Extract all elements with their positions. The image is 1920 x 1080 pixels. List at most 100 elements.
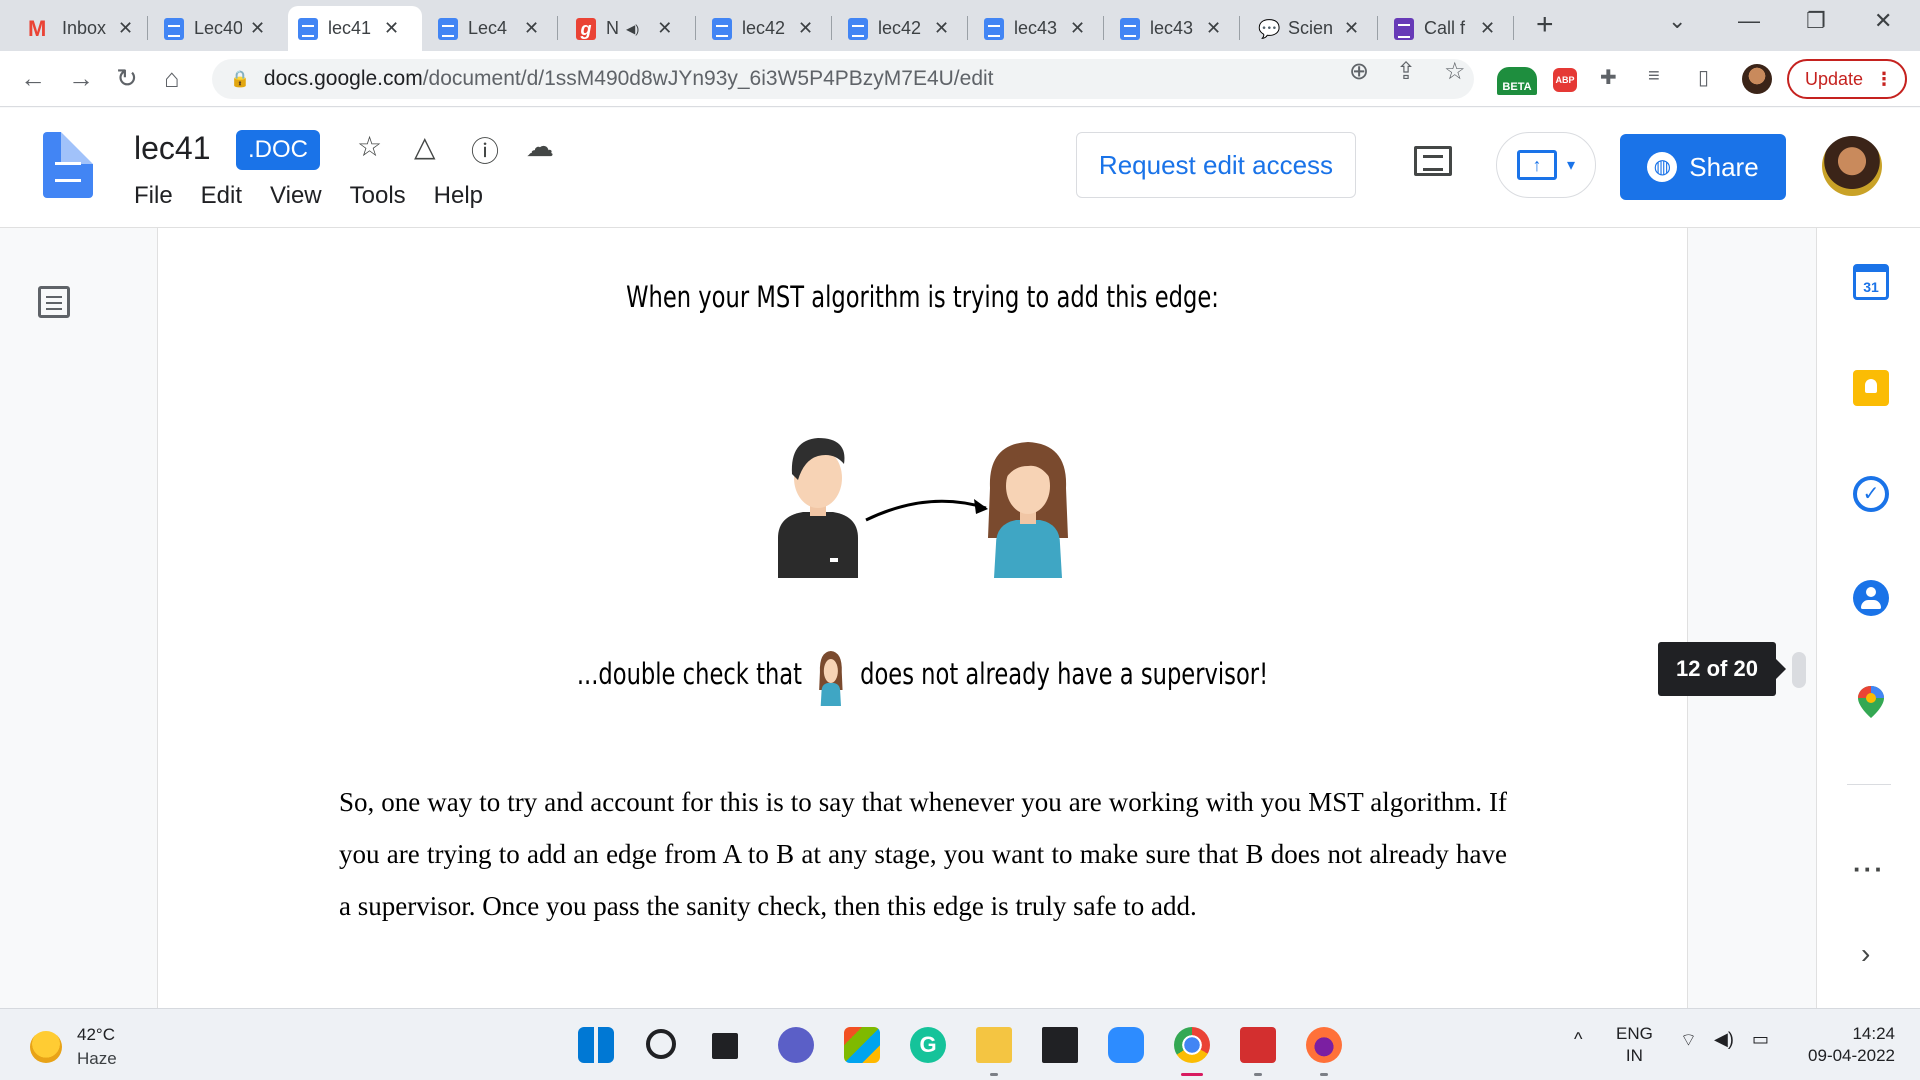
info-icon[interactable]: ⓘ xyxy=(471,130,499,170)
weather-sun-icon[interactable] xyxy=(30,1031,62,1063)
tab-label: lec43 xyxy=(1150,18,1194,38)
tray-overflow-chevron-icon[interactable]: ^ xyxy=(1574,1029,1582,1050)
browser-tab-science[interactable]: 💬 Scien ✕ xyxy=(1248,6,1378,51)
move-to-drive-icon[interactable]: △ xyxy=(414,130,436,163)
input-language[interactable]: ENG IN xyxy=(1616,1023,1653,1067)
star-icon[interactable]: ☆ xyxy=(357,130,382,163)
browser-tab-lec43-b[interactable]: lec43 ✕ xyxy=(1110,6,1240,51)
sticky-notes-icon[interactable] xyxy=(1042,1027,1078,1063)
menu-view[interactable]: View xyxy=(270,182,322,210)
close-icon[interactable]: ✕ xyxy=(1344,18,1359,39)
profile-avatar[interactable] xyxy=(1742,64,1772,94)
close-icon[interactable]: ✕ xyxy=(1480,18,1495,39)
reload-icon[interactable]: ↻ xyxy=(116,63,138,94)
keep-icon[interactable] xyxy=(1853,370,1889,406)
document-outline-icon[interactable] xyxy=(38,286,70,318)
close-icon[interactable]: ✕ xyxy=(934,18,949,39)
task-view-icon[interactable] xyxy=(712,1033,738,1059)
back-arrow-icon[interactable]: ← xyxy=(20,63,46,94)
forms-icon xyxy=(1394,17,1414,40)
weather-temperature[interactable]: 42°C xyxy=(77,1025,115,1045)
bookmark-star-icon[interactable]: ☆ xyxy=(1444,57,1466,86)
system-clock[interactable]: 14:24 09-04-2022 xyxy=(1795,1023,1895,1067)
minimize-icon[interactable]: — xyxy=(1738,8,1760,34)
browser-tab-lec4[interactable]: Lec4 ✕ xyxy=(428,6,558,51)
browser-tab-lec43-a[interactable]: lec43 ✕ xyxy=(974,6,1104,51)
browser-tab-lec40[interactable]: Lec40 ✕ xyxy=(154,6,282,51)
menu-tools[interactable]: Tools xyxy=(350,182,406,210)
chrome-icon[interactable] xyxy=(1174,1027,1210,1063)
beta-extension-icon[interactable]: BETA xyxy=(1497,67,1537,95)
tab-search-chevron-icon[interactable]: ⌄ xyxy=(1668,8,1686,34)
maps-pin-icon[interactable] xyxy=(1853,684,1889,720)
zoom-icon[interactable]: ⊕ xyxy=(1349,57,1369,86)
close-icon[interactable]: ✕ xyxy=(118,18,133,39)
new-tab-plus-icon[interactable]: + xyxy=(1536,8,1554,42)
grammarly-icon[interactable]: G xyxy=(910,1027,946,1063)
wifi-icon[interactable]: ⌔ xyxy=(1680,1029,1697,1052)
side-panel-icon[interactable]: ▯ xyxy=(1698,65,1709,90)
calendar-icon[interactable]: 31 xyxy=(1853,264,1889,300)
close-icon[interactable]: ✕ xyxy=(798,18,813,39)
lock-icon[interactable]: 🔒 xyxy=(230,69,250,89)
speaker-icon[interactable]: ◀) xyxy=(626,22,639,36)
teams-chat-icon[interactable] xyxy=(778,1027,814,1063)
browser-tab-media[interactable]: g N ◀) ✕ xyxy=(566,6,696,51)
document-title[interactable]: lec41 xyxy=(134,130,211,167)
account-avatar[interactable] xyxy=(1822,136,1882,196)
tab-label: lec42 xyxy=(878,18,922,38)
menu-file[interactable]: File xyxy=(134,182,173,210)
menu-help[interactable]: Help xyxy=(434,182,483,210)
battery-icon[interactable]: ▭ xyxy=(1752,1029,1769,1050)
close-icon[interactable]: ✕ xyxy=(524,18,539,39)
present-button[interactable]: ↑ ▾ xyxy=(1496,132,1596,198)
close-icon[interactable]: ✕ xyxy=(1070,18,1085,39)
microsoft-store-icon[interactable] xyxy=(844,1027,880,1063)
home-icon[interactable]: ⌂ xyxy=(164,63,180,94)
share-button[interactable]: ◍ Share xyxy=(1620,134,1786,200)
present-upload-icon: ↑ xyxy=(1516,150,1557,180)
tasks-icon[interactable]: ✓ xyxy=(1853,476,1889,512)
contacts-icon[interactable] xyxy=(1853,580,1889,616)
forward-arrow-icon[interactable]: → xyxy=(68,63,94,94)
extensions-puzzle-icon[interactable]: ✚ xyxy=(1600,65,1617,90)
weather-condition[interactable]: Haze xyxy=(77,1049,117,1069)
docs-icon xyxy=(438,17,458,40)
request-edit-access-button[interactable]: Request edit access xyxy=(1076,132,1356,198)
more-apps-icon[interactable]: ··· xyxy=(1853,854,1885,885)
url-path: /document/d/1ssM490d8wJYn93y_6i3W5P4PBzy… xyxy=(422,67,994,90)
browser-tab-lec41[interactable]: lec41 ✕ xyxy=(288,6,422,51)
start-windows-icon[interactable] xyxy=(578,1027,614,1063)
browser-toolbar: ← → ↻ ⌂ 🔒 docs.google.com/document/d/1ss… xyxy=(0,51,1920,107)
reading-list-icon[interactable]: ≡ xyxy=(1648,65,1660,88)
scrollbar-thumb[interactable] xyxy=(1792,652,1806,688)
close-icon[interactable]: ✕ xyxy=(250,18,265,39)
docs-logo-icon[interactable] xyxy=(43,132,93,198)
menu-edit[interactable]: Edit xyxy=(201,182,242,210)
share-page-icon[interactable]: ⇪ xyxy=(1396,57,1416,86)
acrobat-reader-icon[interactable] xyxy=(1240,1027,1276,1063)
restore-icon[interactable]: ❐ xyxy=(1806,8,1826,34)
file-explorer-icon[interactable] xyxy=(976,1027,1012,1063)
cloud-status-icon[interactable]: ☁ xyxy=(526,130,554,163)
volume-icon[interactable]: ◀) xyxy=(1714,1029,1734,1050)
firefox-icon[interactable] xyxy=(1306,1027,1342,1063)
expand-panel-chevron-icon[interactable]: › xyxy=(1861,938,1870,970)
close-icon[interactable]: ✕ xyxy=(384,18,399,39)
browser-tab-inbox[interactable]: M Inbox ✕ xyxy=(18,6,148,51)
figure-caption-top: When your MST algorithm is trying to add… xyxy=(626,280,1219,314)
close-icon[interactable]: ✕ xyxy=(1206,18,1221,39)
comments-icon[interactable] xyxy=(1414,146,1452,176)
adblock-extension-icon[interactable]: ABP xyxy=(1553,68,1577,92)
clock-date: 09-04-2022 xyxy=(1808,1046,1895,1065)
running-indicator xyxy=(990,1073,998,1076)
browser-tab-lec42-a[interactable]: lec42 ✕ xyxy=(702,6,832,51)
update-button[interactable]: Update ⋮ xyxy=(1787,59,1907,99)
browser-tab-call[interactable]: Call f ✕ xyxy=(1384,6,1514,51)
window-close-icon[interactable]: ✕ xyxy=(1874,8,1892,34)
address-bar[interactable]: 🔒 docs.google.com/document/d/1ssM490d8wJ… xyxy=(212,59,1474,99)
close-icon[interactable]: ✕ xyxy=(657,18,672,39)
zoom-app-icon[interactable] xyxy=(1108,1027,1144,1063)
browser-tab-lec42-b[interactable]: lec42 ✕ xyxy=(838,6,968,51)
search-icon[interactable] xyxy=(646,1029,676,1059)
